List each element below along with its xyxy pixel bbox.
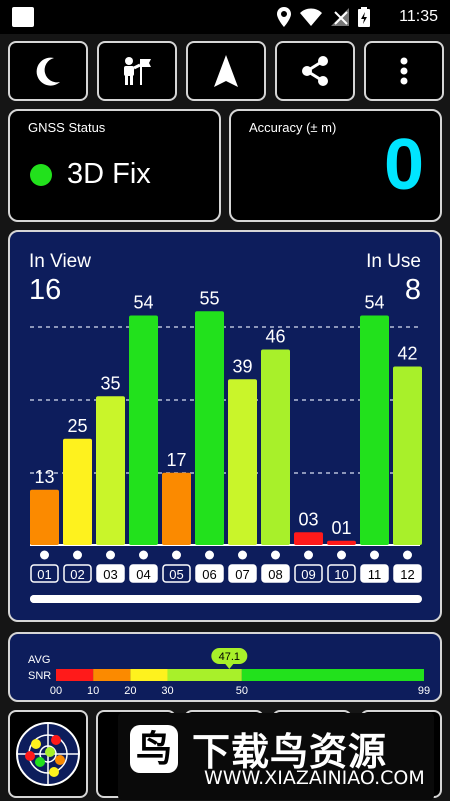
satellite-dot [205, 550, 214, 560]
snr-bar [96, 396, 125, 545]
more-vert-icon [400, 57, 408, 85]
satellite-id-label: 05 [169, 567, 183, 582]
snr-value-label: 03 [298, 509, 318, 529]
scroll-thumb [30, 595, 324, 603]
snr-bar [294, 532, 323, 545]
snr-bar [63, 438, 92, 545]
snr-label: SNR [28, 670, 51, 682]
snr-bar [261, 349, 290, 545]
snr-value-label: 54 [133, 293, 153, 313]
gnss-status-card: GNSS Status 3D Fix [8, 109, 221, 222]
snr-value-label: 35 [100, 373, 120, 393]
wifi-icon [300, 8, 322, 26]
snr-value-label: 25 [67, 416, 87, 436]
satellites-card: In View 16 In Use 8 13 01 25 02 35 03 54 04 17 05… [8, 230, 442, 622]
snr-scale-segment [130, 669, 168, 681]
satellite-dot [304, 550, 313, 560]
snr-value-label: 55 [199, 288, 219, 308]
satellite-dot [172, 550, 181, 560]
satellite-id-label: 10 [334, 567, 348, 582]
avg-snr-value: 47.1 [219, 651, 240, 663]
snr-bar [228, 379, 257, 545]
moon-icon [36, 57, 60, 86]
snr-tick-label: 99 [418, 685, 430, 697]
sky-view-button[interactable] [8, 710, 88, 798]
signal-off-icon [331, 8, 349, 26]
satellite-dot [271, 550, 280, 560]
snr-scale-segment [167, 669, 242, 681]
satellite-id-label: 11 [368, 567, 382, 582]
satellite-dot [139, 550, 148, 560]
satellite-id-label: 06 [202, 567, 216, 582]
snr-tick-label: 50 [236, 685, 248, 697]
satellite-dot [238, 550, 247, 560]
snr-value-label: 17 [166, 450, 186, 470]
snr-tick-label: 30 [161, 685, 173, 697]
avg-snr-card: AVG SNR 00 10 20 30 50 99 47.1 [8, 632, 442, 702]
toolbar [8, 41, 444, 101]
fix-status-value: 3D Fix [67, 158, 151, 190]
more-options-button[interactable] [364, 41, 444, 101]
satellite-id-label: 07 [235, 567, 249, 582]
satellite-dot [370, 550, 379, 560]
satellite-dot [73, 550, 82, 560]
snr-value-label: 39 [232, 356, 252, 376]
watermark-url: WWW.XIAZAINIAO.COM [204, 767, 425, 789]
snr-scale-segment [56, 669, 94, 681]
accuracy-value: 0 [383, 125, 424, 205]
snr-value-label: 01 [331, 518, 351, 538]
satellite-id-label: 02 [70, 567, 84, 582]
snr-value-label: 46 [265, 327, 285, 347]
snr-value-label: 42 [397, 344, 417, 364]
satellite-dot [403, 550, 412, 560]
satellite-id-label: 04 [136, 567, 150, 582]
gnss-status-label: GNSS Status [28, 120, 106, 135]
snr-bar-chart: 13 01 25 02 35 03 54 04 17 05 55 06 39 07 46 08 03 09 01 10… [30, 288, 422, 603]
snr-bar [129, 315, 158, 545]
share-icon [302, 56, 328, 86]
poi-button[interactable] [97, 41, 177, 101]
snr-bar [195, 311, 224, 545]
snr-tick-label: 20 [124, 685, 136, 697]
satellite-id-label: 08 [268, 567, 282, 582]
satellite-id-label: 01 [37, 567, 51, 582]
person-flag-icon [124, 57, 151, 85]
accuracy-card: Accuracy (± m) 0 [229, 109, 442, 222]
satellite-id-label: 12 [400, 567, 414, 582]
satellite-dot [337, 550, 346, 560]
satellite-id-label: 03 [103, 567, 117, 582]
watermark-logo: 鸟 [130, 725, 178, 773]
location-icon [277, 7, 291, 27]
navigation-button[interactable] [186, 41, 266, 101]
snr-value-label: 13 [34, 467, 54, 487]
status-bar: 11:35 [0, 0, 450, 34]
accuracy-label: Accuracy (± m) [249, 120, 337, 135]
snr-bar [393, 366, 422, 545]
snr-bar [30, 489, 59, 545]
radar-icon [16, 722, 80, 786]
snr-bar [162, 472, 191, 545]
notification-icon [12, 7, 34, 27]
avg-label: AVG [28, 654, 50, 666]
satellite-dot [40, 550, 49, 560]
satellite-id-label: 09 [301, 567, 315, 582]
navigation-arrow-icon [214, 55, 238, 87]
watermark: 鸟 下载鸟资源 WWW.XIAZAINIAO.COM [118, 713, 434, 800]
battery-charging-icon [358, 7, 370, 27]
share-button[interactable] [275, 41, 355, 101]
fix-indicator-icon [30, 164, 52, 186]
snr-tick-label: 00 [50, 685, 62, 697]
snr-bar [360, 315, 389, 545]
snr-bar [327, 540, 356, 545]
avg-snr-marker-pointer [225, 664, 234, 669]
clock: 11:35 [399, 8, 438, 25]
snr-value-label: 54 [364, 293, 384, 313]
snr-scale-segment [241, 669, 424, 681]
snr-scale-segment [93, 669, 131, 681]
satellite-dot [106, 550, 115, 560]
night-mode-button[interactable] [8, 41, 88, 101]
avg-snr-bar: AVG SNR 00 10 20 30 50 99 47.1 [28, 648, 430, 697]
snr-tick-label: 10 [87, 685, 99, 697]
